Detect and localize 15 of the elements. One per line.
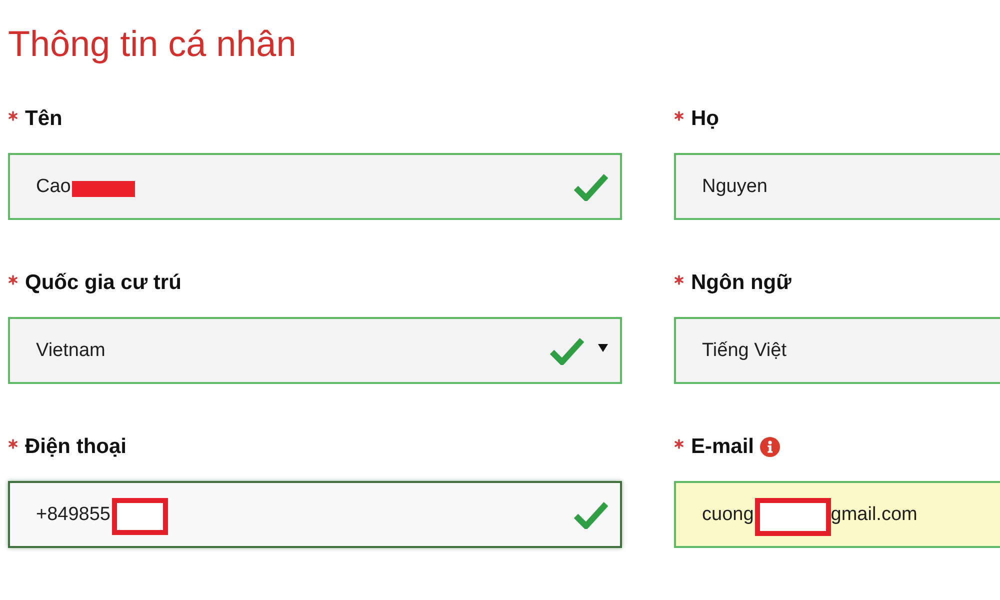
page-title: Thông tin cá nhân: [8, 22, 298, 66]
field-label: Họ: [691, 106, 719, 132]
text-field[interactable]: Cao: [8, 153, 622, 220]
field-label: Quốc gia cư trú: [25, 270, 182, 296]
field-label: Điện thoại: [25, 434, 127, 460]
field-label: Tên: [25, 106, 62, 132]
field-label: E-mail: [691, 434, 754, 460]
field-label: Ngôn ngữ: [691, 270, 792, 296]
text-field[interactable]: Tiếng Việt: [674, 317, 1000, 384]
info-icon[interactable]: [760, 437, 780, 457]
text-field[interactable]: +849855: [8, 481, 622, 548]
text-field[interactable]: Nguyen: [674, 153, 1000, 220]
caret-icon[interactable]: [598, 344, 608, 352]
dropdown-field[interactable]: Vietnam: [8, 317, 622, 384]
text-field[interactable]: cuong gmail.com: [674, 481, 1000, 548]
